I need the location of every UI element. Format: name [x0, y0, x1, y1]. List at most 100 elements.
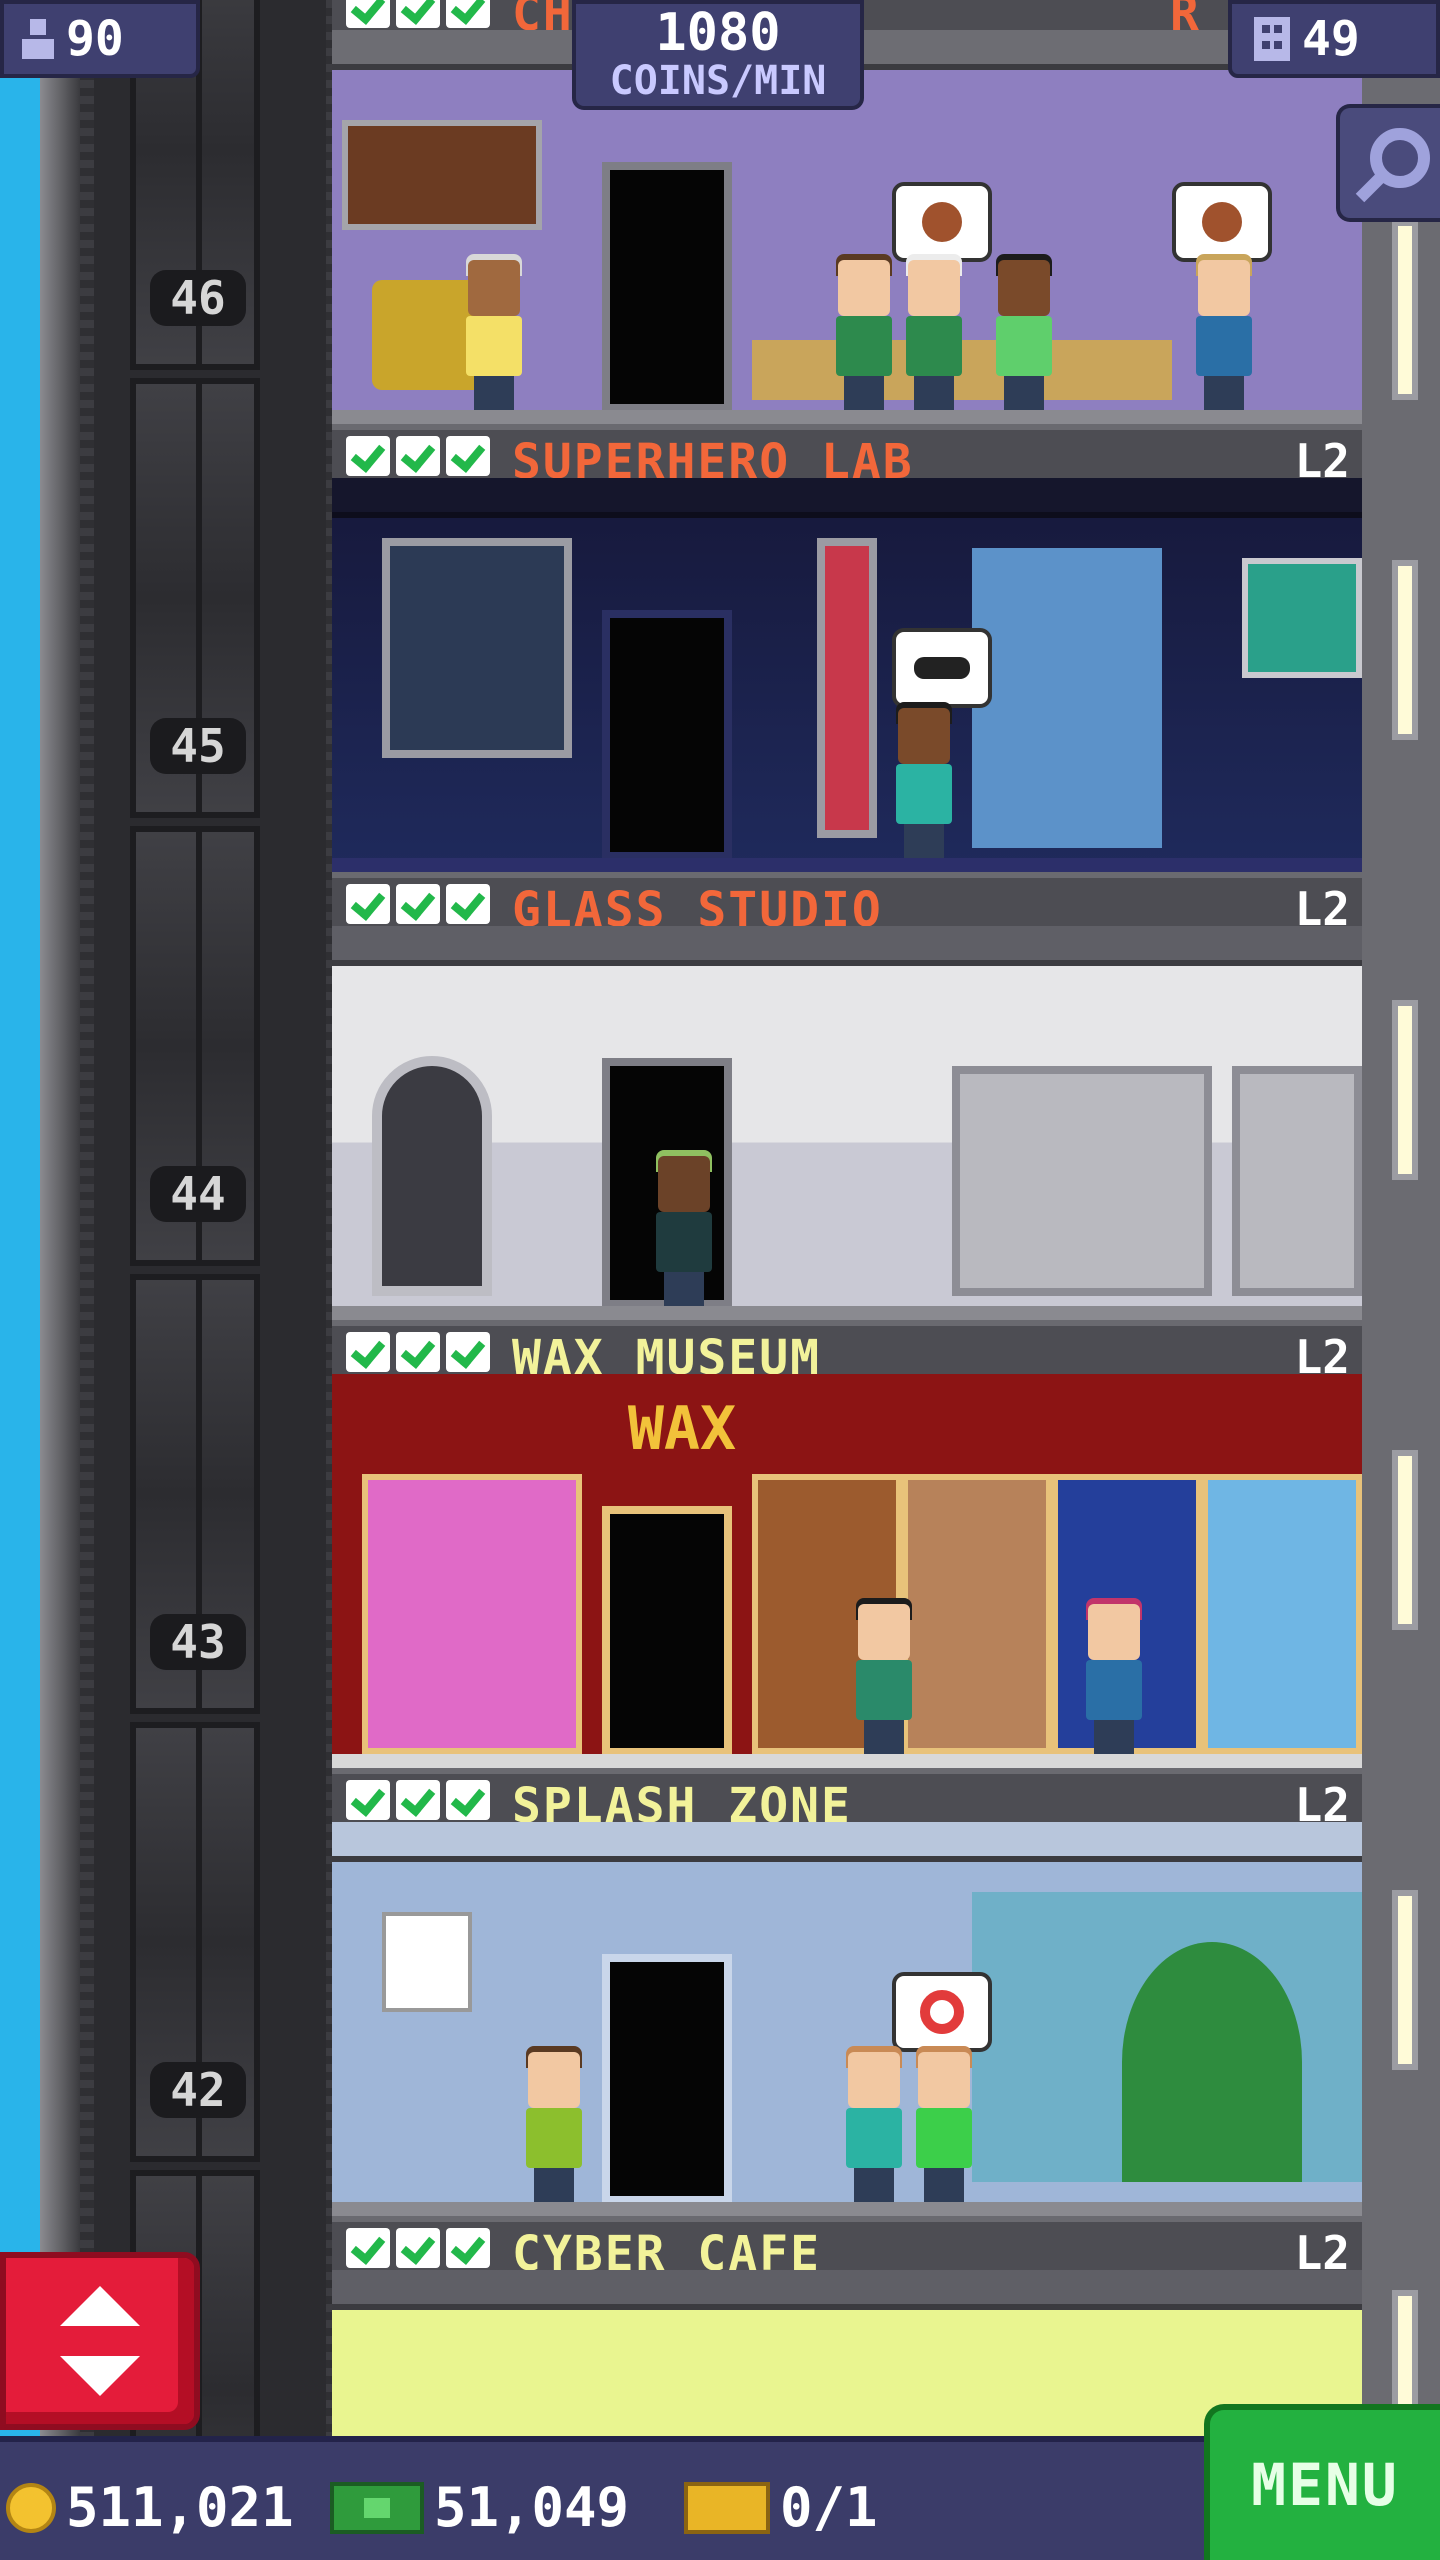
bitizen[interactable] [462, 254, 526, 410]
floor-header: SPLASH ZONE L2 [332, 1768, 1362, 1834]
check-icon [346, 1780, 390, 1820]
stair-window [1392, 560, 1418, 740]
stock-checks [346, 436, 490, 476]
palm-tree [1122, 1942, 1302, 2182]
floor-room [332, 926, 1362, 1320]
stock-checks [346, 0, 490, 28]
stock-checks [346, 1332, 490, 1372]
floor-door [602, 610, 732, 860]
check-icon [346, 0, 390, 28]
floor-header: WAX MUSEUM L2 [332, 1320, 1362, 1386]
coins-counter[interactable]: 511,021 [6, 2476, 294, 2539]
coins-rate-value: 1080 [655, 3, 781, 63]
check-icon [446, 2228, 490, 2268]
stair-window [1392, 1450, 1418, 1630]
building-icon [1254, 17, 1290, 61]
dna-tube [817, 538, 877, 838]
floor-number-43: 43 [150, 1614, 246, 1670]
bux-value: 51,049 [434, 2476, 630, 2539]
floor-number-45: 45 [150, 718, 246, 774]
tickets-value: 0/1 [780, 2476, 878, 2539]
sky-background [0, 0, 40, 2560]
ceiling [332, 926, 1362, 966]
bitizen[interactable] [902, 254, 966, 410]
stair-window [1392, 220, 1418, 400]
floor-ledge [332, 858, 1362, 872]
lifebuoy-bubble [892, 1972, 992, 2052]
check-icon [346, 884, 390, 924]
check-icon [446, 1780, 490, 1820]
chocolate-shelf [342, 120, 542, 230]
person-icon [22, 19, 54, 59]
ceiling [332, 2270, 1362, 2310]
chocolate-bubble [892, 182, 992, 262]
bitizen[interactable] [1082, 1598, 1146, 1754]
floor-room: WAX [332, 1374, 1362, 1768]
ticket-icon [684, 2481, 770, 2534]
tower-edge [40, 0, 80, 2560]
bitizen[interactable] [992, 254, 1056, 410]
bitizen[interactable] [912, 2046, 976, 2202]
world-map-screen [1242, 558, 1362, 678]
check-icon [396, 1780, 440, 1820]
notice-board [382, 1912, 472, 2012]
wax-display-4 [1202, 1474, 1362, 1754]
elevator-button[interactable] [0, 2252, 200, 2430]
check-icon [346, 436, 390, 476]
population-counter[interactable]: 90 [0, 0, 200, 78]
bitizen[interactable] [832, 254, 896, 410]
check-icon [396, 436, 440, 476]
bux-icon [330, 2481, 424, 2534]
ceiling [332, 478, 1362, 518]
floor-door [602, 1954, 732, 2204]
check-icon [396, 1332, 440, 1372]
wax-display-2 [902, 1474, 1052, 1754]
check-icon [446, 884, 490, 924]
check-icon [446, 1332, 490, 1372]
bitizen[interactable] [1192, 254, 1256, 410]
tickets-counter[interactable]: 0/1 [684, 2476, 878, 2539]
floor-ledge [332, 1754, 1362, 1768]
floors-value: 49 [1302, 11, 1360, 67]
bitizen[interactable] [852, 1598, 916, 1754]
ceiling [332, 1822, 1362, 1862]
floors-counter[interactable]: 49 [1228, 0, 1440, 78]
floor-header: CYBER CAFE L2 [332, 2216, 1362, 2282]
bitizen[interactable] [522, 2046, 586, 2202]
check-icon [396, 0, 440, 28]
floor-door [602, 162, 732, 412]
search-button[interactable] [1336, 104, 1440, 222]
floor-number-44: 44 [150, 1166, 246, 1222]
check-icon [446, 0, 490, 28]
glass-furnace [372, 1056, 492, 1296]
bitizen[interactable] [892, 702, 956, 858]
hologram [972, 548, 1162, 848]
floor-wax-museum[interactable]: WAX MUSEUM L2 WAX [332, 1320, 1362, 1768]
bitizen[interactable] [652, 1150, 716, 1306]
bux-counter[interactable]: 51,049 [330, 2476, 629, 2539]
population-value: 90 [66, 11, 124, 67]
check-icon [446, 436, 490, 476]
wax-display-elvis [362, 1474, 582, 1754]
menu-button[interactable]: MENU [1204, 2404, 1440, 2560]
glass-shelf [952, 1066, 1212, 1296]
floor-number-42: 42 [150, 2062, 246, 2118]
floor-ledge [332, 2202, 1362, 2216]
shaft-rail-left [80, 0, 94, 2560]
floor-splash-zone[interactable]: SPLASH ZONE L2 [332, 1768, 1362, 2216]
chocolate-bubble [1172, 182, 1272, 262]
stair-window [1392, 1000, 1418, 1180]
bitizen[interactable] [842, 2046, 906, 2202]
hero-monitor [382, 538, 572, 758]
mask-bubble [892, 628, 992, 708]
floor-header: GLASS STUDIO L2 [332, 872, 1362, 938]
floor-glass-studio[interactable]: GLASS STUDIO L2 [332, 872, 1362, 1320]
floor-door [602, 1506, 732, 1756]
stock-checks [346, 2228, 490, 2268]
coins-per-minute: 1080 COINS/MIN [572, 0, 864, 110]
check-icon [346, 1332, 390, 1372]
stock-checks [346, 1780, 490, 1820]
floor-ledge [332, 1306, 1362, 1320]
stair-window [1392, 1890, 1418, 2070]
floor-superhero-lab[interactable]: SUPERHERO LAB L2 [332, 424, 1362, 872]
